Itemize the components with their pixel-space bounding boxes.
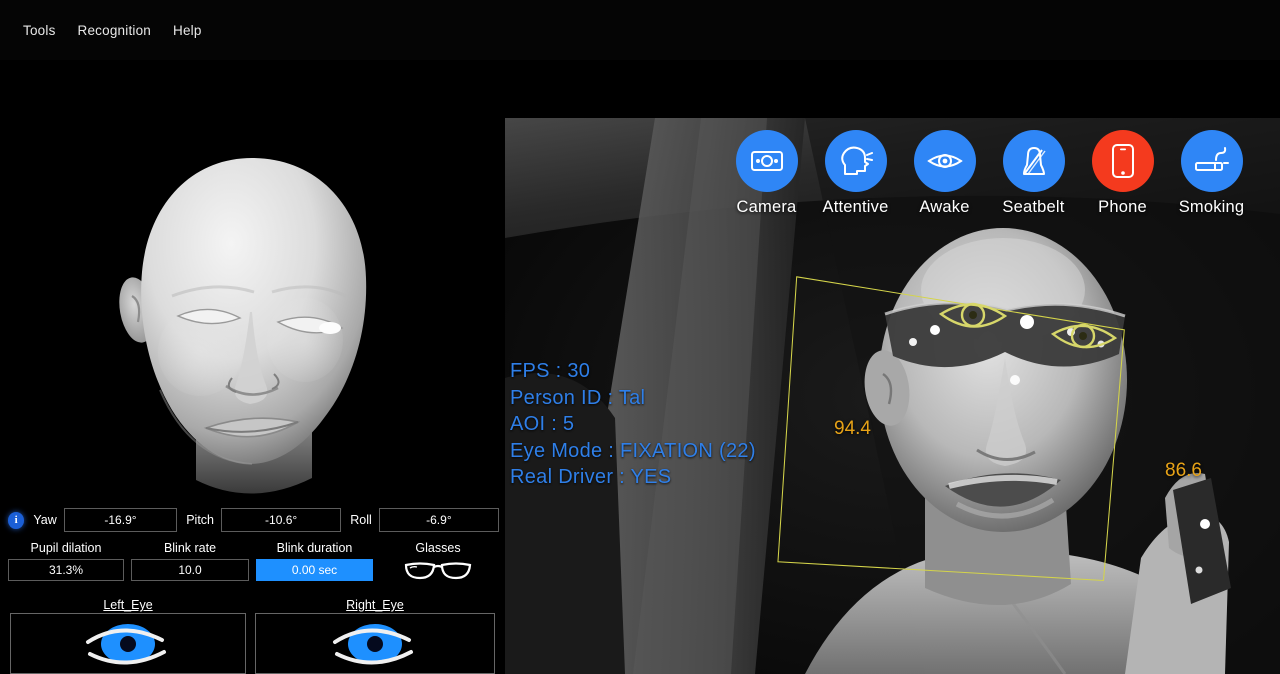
menu-recognition[interactable]: Recognition [67, 19, 163, 42]
status-phone[interactable]: Phone [1089, 130, 1156, 217]
status-attentive[interactable]: Attentive [822, 130, 889, 217]
phone-icon [1111, 144, 1134, 178]
right-eye-label: Right_Eye [346, 598, 404, 612]
blink-rate-value[interactable]: 10.0 [131, 559, 249, 581]
attentive-status-label: Attentive [822, 198, 889, 216]
seatbelt-status-label: Seatbelt [1002, 198, 1065, 216]
telemetry-eye-mode: Eye Mode : FIXATION (22) [510, 439, 756, 462]
blink-rate-metric: Blink rate 10.0 [131, 541, 249, 581]
glasses-label: Glasses [415, 541, 461, 555]
left-eye-preview[interactable] [10, 613, 246, 674]
telemetry-fps: FPS : 30 [510, 360, 591, 382]
menu-bar: Tools Recognition Help [0, 0, 1280, 60]
eye-icon [86, 623, 166, 664]
telemetry-overlay: FPS : 30 Person ID : Tal AOI : 5 Eye Mod… [510, 358, 756, 491]
head-pose-row: i Yaw -16.9° Pitch -10.6° Roll -6.9° [0, 503, 505, 537]
yaw-label: Yaw [33, 513, 57, 527]
sunglasses-icon [404, 562, 472, 580]
driver-camera-feed[interactable]: 94.4 86.6 Camera Attentive Awake Seatbel… [505, 118, 1280, 674]
eye-icon [333, 623, 413, 664]
head-model-render [0, 60, 505, 500]
left-eye-label: Left_Eye [103, 598, 153, 612]
pupil-dilation-label: Pupil dilation [30, 541, 102, 555]
camera-icon [750, 151, 783, 171]
phone-status-circle[interactable] [1091, 130, 1154, 192]
camera-status-label: Camera [736, 198, 797, 216]
roll-label: Roll [350, 513, 372, 527]
smoking-status-label: Smoking [1178, 198, 1245, 216]
status-camera[interactable]: Camera [733, 130, 800, 217]
menu-help[interactable]: Help [162, 19, 213, 42]
confidence-left: 94.4 [834, 418, 871, 439]
telemetry-person-id: Person ID : Tal [510, 386, 646, 409]
smoking-status-circle[interactable] [1180, 130, 1243, 192]
telemetry-real-driver: Real Driver : YES [510, 466, 672, 488]
awake-status-label: Awake [919, 198, 970, 216]
phone-status-label: Phone [1098, 198, 1147, 216]
right-eye-preview[interactable] [255, 613, 495, 674]
status-indicator-row: Camera Attentive Awake Seatbelt Phone Sm… [733, 130, 1245, 217]
pupil-dilation-value[interactable]: 31.3% [8, 559, 124, 581]
driver-monitoring-app: Tools Recognition Help i Yaw -16.9° Pitc… [0, 0, 1280, 674]
menu-tools[interactable]: Tools [12, 19, 67, 42]
yaw-value-field[interactable]: -16.9° [63, 508, 178, 532]
cigarette-icon [1194, 147, 1229, 171]
attentive-status-circle[interactable] [824, 130, 887, 192]
blink-duration-metric: Blink duration 0.00 sec [256, 541, 373, 581]
glasses-metric: Glasses [392, 541, 484, 583]
telemetry-aoi: AOI : 5 [510, 413, 575, 435]
blink-rate-label: Blink rate [163, 541, 217, 555]
info-icon[interactable]: i [8, 511, 25, 529]
status-awake[interactable]: Awake [911, 130, 978, 217]
status-smoking[interactable]: Smoking [1178, 130, 1245, 217]
status-seatbelt[interactable]: Seatbelt [1000, 130, 1067, 217]
camera-status-circle[interactable] [735, 130, 798, 192]
pitch-label: Pitch [186, 513, 215, 527]
eye-icon [926, 154, 963, 168]
blink-duration-label: Blink duration [276, 541, 353, 555]
roll-value-field[interactable]: -6.9° [378, 508, 499, 532]
head-pose-3d-model[interactable] [0, 60, 505, 500]
metrics-row: Pupil dilation 31.3% Blink rate 10.0 Bli… [0, 541, 505, 597]
pupil-dilation-metric: Pupil dilation 31.3% [8, 541, 124, 581]
blink-duration-value[interactable]: 0.00 sec [256, 559, 373, 581]
seatbelt-icon [1022, 147, 1046, 175]
confidence-right: 86.6 [1165, 460, 1202, 481]
awake-status-circle[interactable] [913, 130, 976, 192]
left-panel: i Yaw -16.9° Pitch -10.6° Roll -6.9° Pup… [0, 60, 505, 674]
seatbelt-status-circle[interactable] [1002, 130, 1065, 192]
head-profile-icon [840, 146, 873, 175]
pitch-value-field[interactable]: -10.6° [221, 508, 342, 532]
